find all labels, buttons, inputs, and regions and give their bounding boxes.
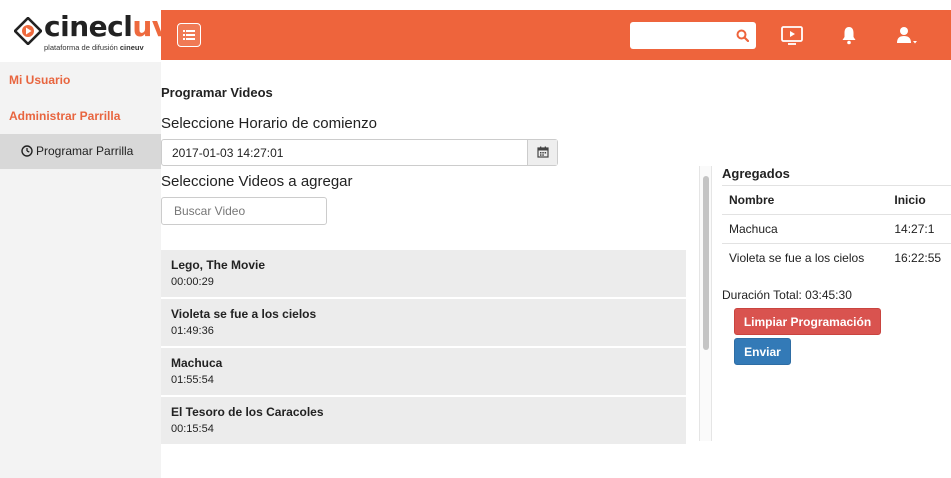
column-header-inicio: Inicio	[894, 185, 951, 215]
videos-label: Seleccione Videos a agregar	[161, 173, 353, 190]
search-icon[interactable]	[736, 29, 749, 42]
video-title: Lego, The Movie	[171, 258, 266, 272]
sidebar-item-programar-parrilla[interactable]: Programar Parrilla	[0, 134, 161, 169]
row-start: 16:22:55	[894, 243, 951, 273]
video-item[interactable]: Lego, The Movie 00:00:29	[161, 250, 686, 297]
calendar-button[interactable]	[527, 140, 557, 165]
send-button[interactable]: Enviar	[734, 338, 791, 365]
brand-wordmark: cinecluv	[44, 10, 170, 43]
start-datetime-field[interactable]: 2017-01-03 14:27:01	[161, 139, 558, 166]
table-header-row: Nombre Inicio	[722, 185, 951, 215]
top-navbar	[161, 10, 951, 60]
agregados-title: Agregados	[722, 166, 790, 181]
video-duration: 00:00:29	[171, 276, 214, 288]
video-duration: 00:15:54	[171, 423, 214, 435]
bell-icon[interactable]	[837, 23, 861, 47]
brand-name-main: cinecl	[44, 10, 133, 43]
top-search-input[interactable]	[630, 22, 726, 49]
video-list-scrollbar[interactable]	[699, 166, 712, 441]
video-title: El Tesoro de los Caracoles	[171, 405, 324, 419]
scrollbar-thumb[interactable]	[703, 176, 709, 350]
menu-icon	[183, 30, 195, 40]
sidebar-item-administrar-parrilla[interactable]: Administrar Parrilla	[9, 109, 120, 123]
start-datetime-value: 2017-01-03 14:27:01	[172, 146, 284, 160]
brand-logo[interactable]: cinecluv plataforma de difusión cineuv	[0, 0, 170, 62]
video-item[interactable]: El Tesoro de los Caracoles 00:15:54	[161, 397, 686, 444]
calendar-icon	[537, 146, 549, 158]
row-name: Machuca	[722, 214, 895, 244]
brand-tagline: plataforma de difusión cineuv	[44, 43, 144, 52]
tagline-text: plataforma de difusión	[44, 43, 120, 52]
start-time-label: Seleccione Horario de comienzo	[161, 115, 377, 132]
total-duration: Duración Total: 03:45:30	[722, 288, 852, 302]
video-item[interactable]: Violeta se fue a los cielos 01:49:36	[161, 299, 686, 346]
sidebar: Mi Usuario Administrar Parrilla Programa…	[0, 62, 161, 478]
clear-schedule-button[interactable]: Limpiar Programación	[734, 308, 881, 335]
sidebar-item-label: Programar Parrilla	[36, 144, 134, 158]
main-content: Programar Videos Seleccione Horario de c…	[161, 62, 951, 478]
video-list: Lego, The Movie 00:00:29 Violeta se fue …	[161, 250, 686, 446]
tv-icon[interactable]	[780, 23, 804, 47]
page-title: Programar Videos	[161, 85, 273, 100]
tagline-brand: cineuv	[119, 43, 144, 52]
logo-icon	[14, 17, 42, 45]
table-row: Violeta se fue a los cielos 16:22:55	[722, 243, 951, 273]
video-duration: 01:55:54	[171, 374, 214, 386]
agregados-table: Nombre Inicio Machuca 14:27:1 Violeta se…	[722, 185, 951, 273]
video-search-input[interactable]	[161, 197, 327, 225]
video-duration: 01:49:36	[171, 325, 214, 337]
column-header-nombre: Nombre	[722, 185, 895, 215]
video-title: Violeta se fue a los cielos	[171, 307, 317, 321]
sidebar-item-mi-usuario[interactable]: Mi Usuario	[9, 73, 70, 87]
video-item[interactable]: Machuca 01:55:54	[161, 348, 686, 395]
row-start: 14:27:1	[894, 214, 951, 244]
row-name: Violeta se fue a los cielos	[722, 243, 895, 273]
table-row: Machuca 14:27:1	[722, 214, 951, 244]
clock-icon	[21, 145, 33, 157]
video-title: Machuca	[171, 356, 223, 370]
user-icon[interactable]	[894, 23, 918, 47]
menu-toggle-button[interactable]	[177, 23, 201, 47]
top-search	[630, 22, 756, 49]
